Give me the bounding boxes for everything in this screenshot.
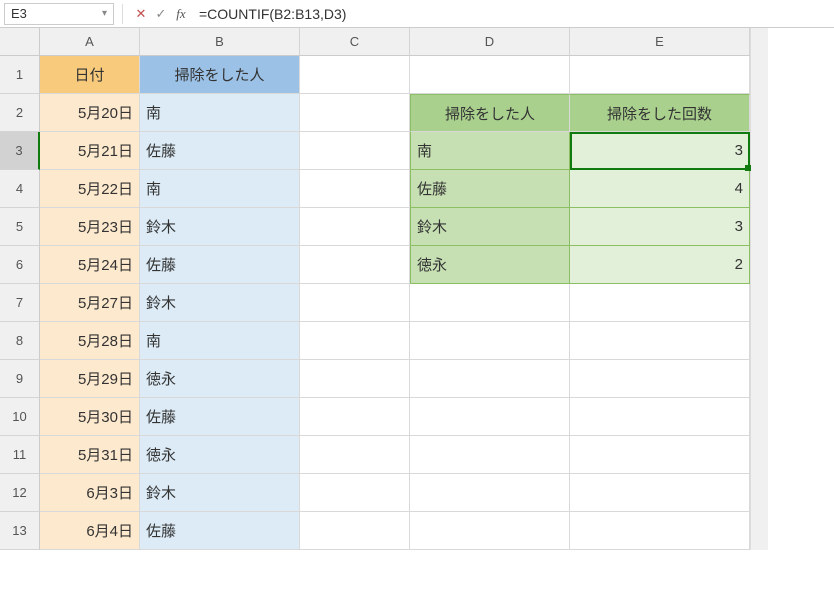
row-header-7[interactable]: 7: [0, 284, 40, 322]
cell-D1[interactable]: [410, 56, 570, 94]
name-box[interactable]: E3 ▾: [4, 3, 114, 25]
row-header-11[interactable]: 11: [0, 436, 40, 474]
cell-B11[interactable]: 徳永: [140, 436, 300, 474]
cell-A1[interactable]: 日付: [40, 56, 140, 94]
scrollbar-vertical[interactable]: [750, 28, 768, 550]
cell-E10[interactable]: [570, 398, 750, 436]
col-header-E[interactable]: E: [570, 28, 750, 56]
col-header-B[interactable]: B: [140, 28, 300, 56]
cell-A7[interactable]: 5月27日: [40, 284, 140, 322]
row-header-8[interactable]: 8: [0, 322, 40, 360]
row-header-13[interactable]: 13: [0, 512, 40, 550]
cell-B8[interactable]: 南: [140, 322, 300, 360]
col-header-D[interactable]: D: [410, 28, 570, 56]
cell-C3[interactable]: [300, 132, 410, 170]
cell-C6[interactable]: [300, 246, 410, 284]
cell-B9[interactable]: 徳永: [140, 360, 300, 398]
cell-E12[interactable]: [570, 474, 750, 512]
cell-D6[interactable]: 徳永: [410, 246, 570, 284]
row-header-4[interactable]: 4: [0, 170, 40, 208]
cell-A8[interactable]: 5月28日: [40, 322, 140, 360]
cell-E2[interactable]: 掃除をした回数: [570, 94, 750, 132]
enter-icon[interactable]: ✓: [151, 4, 171, 24]
cell-C11[interactable]: [300, 436, 410, 474]
cell-A13[interactable]: 6月4日: [40, 512, 140, 550]
cell-B6[interactable]: 佐藤: [140, 246, 300, 284]
formula-input[interactable]: =COUNTIF(B2:B13,D3): [191, 6, 834, 22]
name-box-value: E3: [11, 6, 27, 21]
cell-E5[interactable]: 3: [570, 208, 750, 246]
name-box-dropdown-icon[interactable]: ▾: [102, 8, 107, 19]
cell-B2[interactable]: 南: [140, 94, 300, 132]
cell-E7[interactable]: [570, 284, 750, 322]
row-header-12[interactable]: 12: [0, 474, 40, 512]
cell-C10[interactable]: [300, 398, 410, 436]
row-header-1[interactable]: 1: [0, 56, 40, 94]
cell-A9[interactable]: 5月29日: [40, 360, 140, 398]
cell-D3[interactable]: 南: [410, 132, 570, 170]
cell-D11[interactable]: [410, 436, 570, 474]
cell-A12[interactable]: 6月3日: [40, 474, 140, 512]
cell-C13[interactable]: [300, 512, 410, 550]
cell-C8[interactable]: [300, 322, 410, 360]
cell-D7[interactable]: [410, 284, 570, 322]
cell-E13[interactable]: [570, 512, 750, 550]
cell-A2[interactable]: 5月20日: [40, 94, 140, 132]
cell-B1[interactable]: 掃除をした人: [140, 56, 300, 94]
cell-B12[interactable]: 鈴木: [140, 474, 300, 512]
separator: [122, 4, 123, 24]
cell-B10[interactable]: 佐藤: [140, 398, 300, 436]
cell-B7[interactable]: 鈴木: [140, 284, 300, 322]
cell-E3[interactable]: 3: [570, 132, 750, 170]
cell-C4[interactable]: [300, 170, 410, 208]
cell-E8[interactable]: [570, 322, 750, 360]
cell-B4[interactable]: 南: [140, 170, 300, 208]
row-header-3[interactable]: 3: [0, 132, 40, 170]
spreadsheet-grid: 1 2 3 4 5 6 7 8 9 10 11 12 13 A B C D E …: [0, 28, 834, 550]
row-header-9[interactable]: 9: [0, 360, 40, 398]
cell-A5[interactable]: 5月23日: [40, 208, 140, 246]
cell-B5[interactable]: 鈴木: [140, 208, 300, 246]
cell-C5[interactable]: [300, 208, 410, 246]
row-header-2[interactable]: 2: [0, 94, 40, 132]
cell-C12[interactable]: [300, 474, 410, 512]
col-header-C[interactable]: C: [300, 28, 410, 56]
select-all-corner[interactable]: [0, 28, 40, 56]
cell-A6[interactable]: 5月24日: [40, 246, 140, 284]
cell-D13[interactable]: [410, 512, 570, 550]
cell-B3[interactable]: 佐藤: [140, 132, 300, 170]
fx-icon[interactable]: fx: [171, 4, 191, 24]
cell-D12[interactable]: [410, 474, 570, 512]
cell-D5[interactable]: 鈴木: [410, 208, 570, 246]
formula-bar: E3 ▾ ✕ ✓ fx =COUNTIF(B2:B13,D3): [0, 0, 834, 28]
cell-D8[interactable]: [410, 322, 570, 360]
cell-A11[interactable]: 5月31日: [40, 436, 140, 474]
cell-A10[interactable]: 5月30日: [40, 398, 140, 436]
cell-D9[interactable]: [410, 360, 570, 398]
row-header-10[interactable]: 10: [0, 398, 40, 436]
cell-C1[interactable]: [300, 56, 410, 94]
cell-A3[interactable]: 5月21日: [40, 132, 140, 170]
row-header-6[interactable]: 6: [0, 246, 40, 284]
cell-C9[interactable]: [300, 360, 410, 398]
col-header-A[interactable]: A: [40, 28, 140, 56]
cell-E6[interactable]: 2: [570, 246, 750, 284]
cell-A4[interactable]: 5月22日: [40, 170, 140, 208]
cell-C7[interactable]: [300, 284, 410, 322]
cell-B13[interactable]: 佐藤: [140, 512, 300, 550]
cancel-icon[interactable]: ✕: [131, 4, 151, 24]
cell-E4[interactable]: 4: [570, 170, 750, 208]
cell-E11[interactable]: [570, 436, 750, 474]
cell-D2[interactable]: 掃除をした人: [410, 94, 570, 132]
cell-E1[interactable]: [570, 56, 750, 94]
cell-C2[interactable]: [300, 94, 410, 132]
row-header-5[interactable]: 5: [0, 208, 40, 246]
cell-E9[interactable]: [570, 360, 750, 398]
cell-D4[interactable]: 佐藤: [410, 170, 570, 208]
cell-D10[interactable]: [410, 398, 570, 436]
